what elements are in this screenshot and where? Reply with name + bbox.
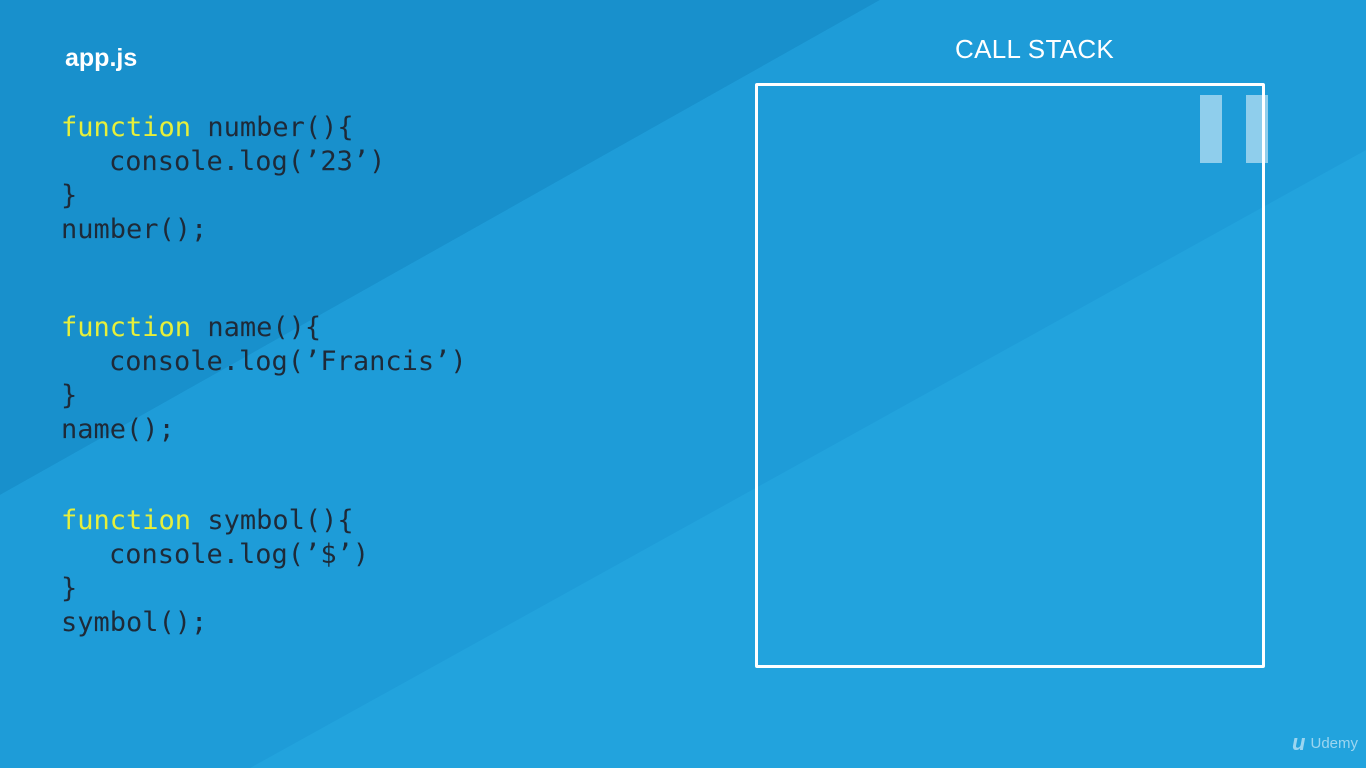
udemy-watermark: u Udemy (1292, 730, 1358, 756)
pause-bar-left (1200, 95, 1222, 163)
code-line-body: console.log(’$’) (109, 539, 370, 570)
udemy-logo-icon: u (1292, 730, 1306, 755)
pause-icon[interactable] (1200, 95, 1270, 163)
code-line-call: symbol(); (61, 607, 208, 638)
watermark-text: Udemy (1310, 734, 1358, 752)
code-line-body: console.log(’Francis’) (109, 346, 467, 377)
code-line-function-number: function number(){ (61, 111, 354, 145)
pause-bar-right (1246, 95, 1268, 163)
call-stack-box (755, 83, 1265, 668)
code-keyword: function (61, 112, 192, 143)
code-line-body: console.log(’23’) (109, 146, 386, 177)
code-line-function-name: function name(){ (61, 311, 321, 345)
code-line-call: number(); (61, 214, 208, 245)
call-stack-title: CALL STACK (955, 34, 1115, 64)
code-editor: function number(){ console.log(’23’) } n… (61, 0, 467, 638)
code-line-close: } (61, 573, 78, 604)
code-function-name: number(){ (207, 112, 354, 143)
code-function-name: symbol(){ (207, 505, 354, 536)
code-keyword: function (61, 312, 192, 343)
code-line-function-symbol: function symbol(){ (61, 504, 354, 538)
code-line-call: name(); (61, 414, 175, 445)
code-keyword: function (61, 505, 192, 536)
code-function-name: name(){ (207, 312, 322, 343)
code-line-close: } (61, 180, 78, 211)
code-line-close: } (61, 380, 78, 411)
